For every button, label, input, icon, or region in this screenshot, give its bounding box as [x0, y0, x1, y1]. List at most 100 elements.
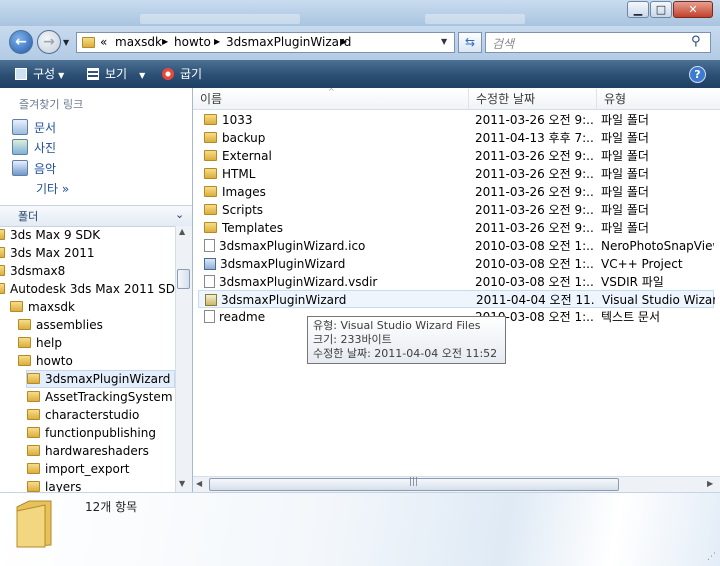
- search-icon[interactable]: ⚲: [691, 34, 701, 49]
- tree-item[interactable]: import_export: [27, 460, 130, 478]
- minimize-button[interactable]: ▁: [627, 1, 649, 18]
- folder-icon: [18, 355, 31, 366]
- scroll-left-icon[interactable]: ◀: [196, 479, 202, 488]
- file-name: readme: [219, 310, 266, 324]
- tree-item-label: 3dsmaxPluginWizard: [45, 372, 171, 386]
- burn-button[interactable]: 굽기: [162, 66, 202, 82]
- tree-item[interactable]: howto: [18, 352, 73, 370]
- tree-item[interactable]: 3dsmax8: [0, 262, 65, 280]
- tree-item-label: layers: [45, 480, 82, 492]
- address-bar[interactable]: « maxsdk ▶ howto ▶ 3dsmaxPluginWizard ▶ …: [76, 32, 455, 53]
- file-row[interactable]: 3dsmaxPluginWizard.vsdir 2010-03-08 오전 1:…: [198, 273, 714, 291]
- file-date: 2011-03-26 오전 9:...: [475, 185, 593, 199]
- file-name: Images: [222, 185, 266, 199]
- maximize-button[interactable]: □: [650, 1, 672, 18]
- tree-item-label: Autodesk 3ds Max 2011 SDK: [10, 282, 183, 296]
- tree-item[interactable]: functionpublishing: [27, 424, 156, 442]
- organize-button[interactable]: 구성 ▼: [15, 66, 64, 82]
- file-name: Scripts: [222, 203, 264, 217]
- tooltip-modified: 수정한 날짜: 2011-04-04 오전 11:52: [313, 347, 498, 360]
- tree-item[interactable]: maxsdk: [2, 298, 75, 316]
- folder-icon: [27, 445, 40, 456]
- file-name: 3dsmaxPluginWizard: [220, 257, 346, 271]
- file-date: 2011-04-04 오전 11...: [476, 293, 594, 307]
- tree-item[interactable]: hardwareshaders: [27, 442, 149, 460]
- file-row[interactable]: Images 2011-03-26 오전 9:... 파일 폴더: [198, 183, 714, 201]
- favorite-pictures[interactable]: 사진: [12, 139, 56, 157]
- column-type[interactable]: 유형: [597, 89, 720, 109]
- search-input[interactable]: 검색 ⚲: [485, 32, 711, 53]
- folder-icon: [27, 373, 40, 384]
- tree-item[interactable]: help: [18, 334, 62, 352]
- tree-item-label: help: [36, 336, 62, 350]
- tree-item-label: functionpublishing: [45, 426, 156, 440]
- title-ghost-right: [425, 14, 525, 24]
- help-icon[interactable]: ?: [689, 66, 706, 83]
- tree-item[interactable]: assemblies: [18, 316, 103, 334]
- file-row[interactable]: 3dsmaxPluginWizard.ico 2010-03-08 오전 1:..…: [198, 237, 714, 255]
- file-row-hovered[interactable]: 3dsmaxPluginWizard 2011-04-04 오전 11... Vis…: [198, 290, 715, 308]
- file-icon: [204, 239, 215, 252]
- file-date: 2011-03-26 오전 9:...: [475, 149, 593, 163]
- folder-icon: [0, 229, 5, 240]
- folder-icon: [27, 481, 40, 492]
- file-row[interactable]: HTML 2011-03-26 오전 9:... 파일 폴더: [198, 165, 714, 183]
- breadcrumb-maxsdk[interactable]: maxsdk: [115, 35, 162, 49]
- file-list-scrollbar[interactable]: ◀ ||| ▶: [193, 476, 720, 492]
- tree-item-selected[interactable]: 3dsmaxPluginWizard: [26, 370, 176, 388]
- resize-grip-icon[interactable]: ⋰: [707, 552, 716, 562]
- file-row[interactable]: 1033 2011-03-26 오전 9:... 파일 폴더: [198, 111, 714, 129]
- item-count: 12개 항목: [85, 500, 138, 514]
- file-date: 2010-03-08 오전 1:...: [475, 239, 593, 253]
- close-button[interactable]: ✕: [673, 1, 713, 18]
- tree-item[interactable]: 3ds Max 9 SDK: [0, 226, 100, 244]
- file-type: 텍스트 문서: [601, 310, 661, 324]
- favorite-documents[interactable]: 문서: [12, 119, 56, 137]
- breadcrumb-separator-icon[interactable]: ▶: [341, 37, 347, 46]
- views-button[interactable]: 보기 ▼: [87, 66, 145, 82]
- tree-scroll-thumb[interactable]: [177, 269, 190, 289]
- organize-label: 구성: [33, 67, 56, 81]
- column-date-modified[interactable]: 수정한 날짜: [469, 89, 597, 109]
- tree-item[interactable]: Autodesk 3ds Max 2011 SDK: [0, 280, 183, 298]
- file-name: 3dsmaxPluginWizard.vsdir: [219, 275, 378, 289]
- tree-item[interactable]: AssetTrackingSystem: [27, 388, 173, 406]
- file-date: 2011-04-13 후후 7:...: [475, 131, 593, 145]
- file-row[interactable]: External 2011-03-26 오전 9:... 파일 폴더: [198, 147, 714, 165]
- tree-item-label: 3dsmax8: [10, 264, 66, 278]
- folder-icon: [10, 301, 23, 312]
- collapse-chevron-icon[interactable]: ⌄: [175, 208, 184, 221]
- history-dropdown-icon[interactable]: ▼: [63, 38, 69, 47]
- file-row[interactable]: backup 2011-04-13 후후 7:... 파일 폴더: [198, 129, 714, 147]
- title-bar: ▁ □ ✕: [0, 0, 720, 26]
- scroll-down-icon[interactable]: ▼: [179, 479, 185, 488]
- favorite-more-link[interactable]: 기타 »: [36, 180, 69, 198]
- folder-icon: [27, 409, 40, 420]
- folders-header[interactable]: 폴더 ⌄: [0, 205, 192, 227]
- tree-item[interactable]: characterstudio: [27, 406, 139, 424]
- favorites-title: 즐겨찾기 링크: [19, 98, 84, 111]
- refresh-button[interactable]: ⇆: [458, 32, 482, 53]
- scroll-up-icon[interactable]: ▲: [179, 227, 185, 236]
- file-row[interactable]: Templates 2011-03-26 오전 9:... 파일 폴더: [198, 219, 714, 237]
- address-overflow-chevron[interactable]: «: [100, 35, 107, 49]
- address-dropdown-icon[interactable]: ▼: [441, 37, 447, 46]
- forward-button[interactable]: →: [37, 30, 61, 54]
- tree-item[interactable]: layers: [27, 478, 81, 492]
- folder-icon: [0, 247, 5, 258]
- tree-item[interactable]: 3ds Max 2011: [0, 244, 94, 262]
- scroll-right-icon[interactable]: ▶: [707, 479, 713, 488]
- breadcrumb-3dsmaxpluginwizard[interactable]: 3dsmaxPluginWizard: [226, 35, 351, 49]
- breadcrumb-separator-icon[interactable]: ▶: [162, 37, 168, 46]
- chevron-down-icon: ▼: [139, 71, 146, 80]
- file-row[interactable]: 3dsmaxPluginWizard 2010-03-08 오전 1:... VC+…: [198, 255, 714, 273]
- file-row[interactable]: Scripts 2011-03-26 오전 9:... 파일 폴더: [198, 201, 714, 219]
- tree-scrollbar[interactable]: ▲ ▼: [175, 226, 192, 492]
- file-type: 파일 폴더: [601, 203, 649, 217]
- breadcrumb-howto[interactable]: howto: [174, 35, 211, 49]
- tree-item-label: maxsdk: [28, 300, 75, 314]
- favorite-music[interactable]: 음악: [12, 160, 56, 178]
- favorite-label: 사진: [34, 141, 57, 155]
- breadcrumb-separator-icon[interactable]: ▶: [214, 37, 220, 46]
- back-button[interactable]: ←: [9, 30, 33, 54]
